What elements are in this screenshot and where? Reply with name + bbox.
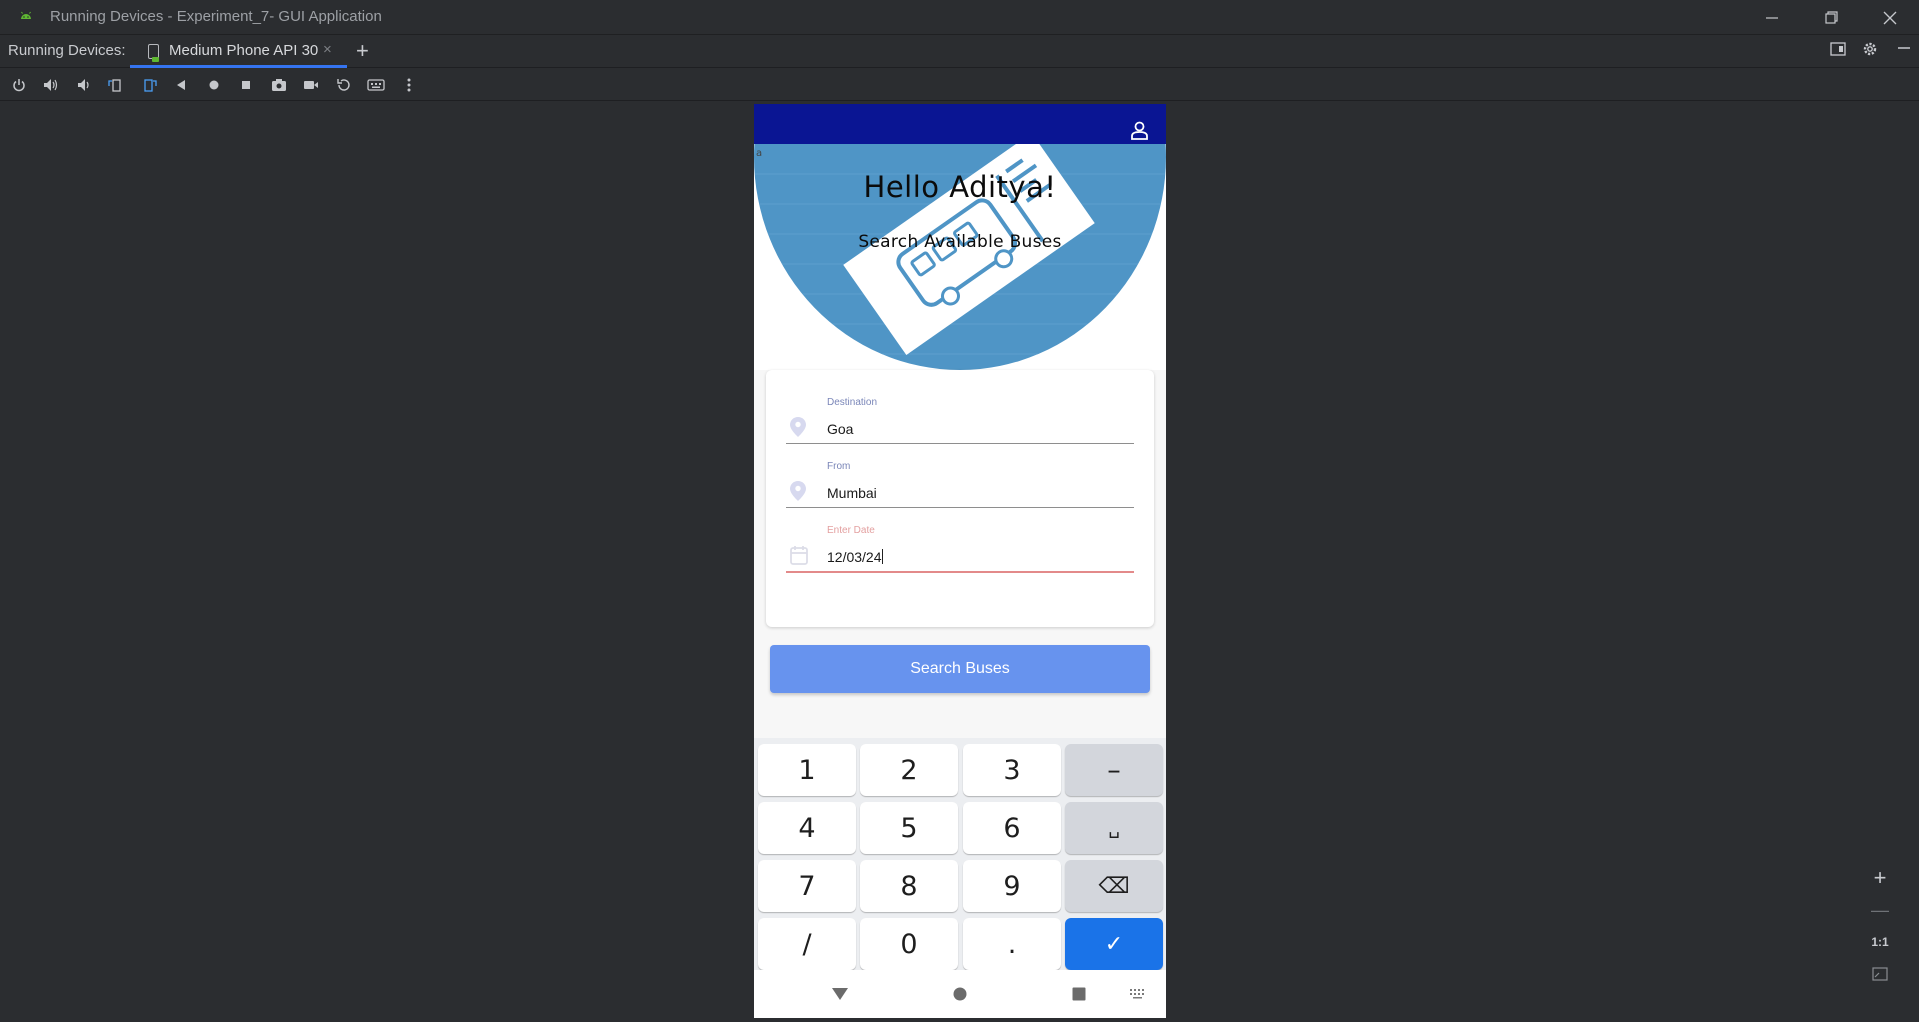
search-buses-button[interactable]: Search Buses bbox=[770, 645, 1150, 693]
key-1[interactable]: 1 bbox=[758, 744, 856, 796]
more-icon[interactable] bbox=[398, 74, 420, 96]
destination-underline bbox=[786, 443, 1134, 444]
tab-label: Medium Phone API 30 bbox=[169, 42, 319, 59]
search-form-card: Destination Goa From Mumbai Enter Date 1… bbox=[766, 370, 1154, 627]
hero-banner: a Hello Aditya! Search Available Buses bbox=[754, 144, 1166, 370]
screen-record-icon[interactable] bbox=[300, 74, 322, 96]
key-8[interactable]: 8 bbox=[860, 860, 958, 912]
date-input-value: 12/03/24 bbox=[827, 549, 882, 565]
nav-home-icon[interactable] bbox=[948, 982, 972, 1006]
from-underline bbox=[786, 507, 1134, 508]
restore-button[interactable] bbox=[1803, 0, 1859, 35]
key-done[interactable]: ✓ bbox=[1065, 918, 1163, 970]
screenshot-icon[interactable] bbox=[268, 74, 290, 96]
layout-toggle-icon[interactable] bbox=[1828, 41, 1848, 61]
close-icon bbox=[1883, 11, 1897, 24]
minimize-button[interactable] bbox=[1744, 0, 1800, 35]
android-nav-bar bbox=[754, 970, 1166, 1018]
key-0[interactable]: 0 bbox=[860, 918, 958, 970]
text-cursor bbox=[881, 549, 883, 564]
numeric-keyboard: 1 2 3 – 4 5 6 ␣ 7 8 9 ⌫ / 0 . ✓ bbox=[754, 738, 1166, 970]
nav-keyboard-switch-icon[interactable] bbox=[1126, 982, 1150, 1006]
date-input[interactable]: 12/03/24 bbox=[827, 549, 883, 565]
key-6[interactable]: 6 bbox=[963, 802, 1061, 854]
zoom-controls: + — 1:1 bbox=[1866, 862, 1894, 990]
date-underline bbox=[786, 571, 1134, 573]
nav-back-icon[interactable] bbox=[828, 982, 852, 1006]
greeting-title: Hello Aditya! bbox=[863, 170, 1057, 204]
device-phone-icon bbox=[148, 44, 159, 62]
home-icon[interactable] bbox=[203, 74, 225, 96]
from-field[interactable]: From Mumbai bbox=[786, 461, 1134, 521]
date-label: Enter Date bbox=[827, 525, 875, 536]
key-slash[interactable]: / bbox=[758, 918, 856, 970]
rotate-left-icon[interactable] bbox=[105, 74, 127, 96]
zoom-actual-size-button[interactable]: 1:1 bbox=[1871, 926, 1888, 958]
date-field[interactable]: Enter Date 12/03/24 bbox=[786, 525, 1134, 585]
profile-icon[interactable] bbox=[1131, 121, 1148, 140]
hide-panel-icon[interactable] bbox=[1894, 41, 1914, 61]
destination-input[interactable]: Goa bbox=[827, 421, 853, 437]
destination-field[interactable]: Destination Goa bbox=[786, 397, 1134, 457]
rotate-right-icon[interactable] bbox=[138, 74, 160, 96]
from-input[interactable]: Mumbai bbox=[827, 485, 877, 501]
zoom-out-button[interactable]: — bbox=[1871, 894, 1889, 926]
key-4[interactable]: 4 bbox=[758, 802, 856, 854]
fit-screen-icon bbox=[1872, 967, 1888, 981]
tab-close-icon[interactable]: × bbox=[323, 41, 332, 58]
add-device-icon[interactable]: + bbox=[356, 38, 369, 64]
android-icon bbox=[21, 11, 31, 19]
calendar-icon bbox=[790, 546, 808, 565]
key-backspace[interactable]: ⌫ bbox=[1065, 860, 1163, 912]
nav-recents-icon[interactable] bbox=[1067, 982, 1091, 1006]
volume-down-icon[interactable] bbox=[73, 74, 95, 96]
volume-up-icon[interactable] bbox=[40, 74, 62, 96]
app-bar bbox=[754, 104, 1166, 144]
emulator-screen[interactable]: a Hello Aditya! Search Available Buses D… bbox=[754, 104, 1166, 1018]
key-2[interactable]: 2 bbox=[860, 744, 958, 796]
debug-label: a bbox=[756, 148, 763, 159]
minimize-icon bbox=[1766, 16, 1778, 19]
running-devices-label: Running Devices: bbox=[8, 42, 126, 59]
tab-medium-phone[interactable]: Medium Phone API 30 × bbox=[130, 35, 347, 68]
location-pin-icon bbox=[790, 417, 806, 437]
reset-icon[interactable] bbox=[333, 74, 355, 96]
destination-label: Destination bbox=[827, 397, 878, 408]
zoom-in-button[interactable]: + bbox=[1874, 862, 1887, 894]
from-label: From bbox=[827, 461, 851, 472]
device-toolbar bbox=[0, 69, 1919, 101]
key-9[interactable]: 9 bbox=[963, 860, 1061, 912]
running-devices-tabbar: Running Devices: Medium Phone API 30 × + bbox=[0, 35, 1919, 68]
location-pin-icon bbox=[790, 481, 806, 501]
power-icon[interactable] bbox=[8, 74, 30, 96]
zoom-fit-button[interactable] bbox=[1872, 958, 1888, 990]
key-7[interactable]: 7 bbox=[758, 860, 856, 912]
search-subtitle: Search Available Buses bbox=[858, 232, 1062, 252]
key-3[interactable]: 3 bbox=[963, 744, 1061, 796]
window-title: Running Devices - Experiment_7- GUI Appl… bbox=[50, 8, 382, 25]
key-minus[interactable]: – bbox=[1065, 744, 1163, 796]
close-window-button[interactable] bbox=[1862, 0, 1918, 35]
key-period[interactable]: . bbox=[963, 918, 1061, 970]
back-icon[interactable] bbox=[170, 74, 192, 96]
window-titlebar: Running Devices - Experiment_7- GUI Appl… bbox=[0, 0, 1919, 35]
key-space[interactable]: ␣ bbox=[1065, 802, 1163, 854]
restore-icon bbox=[1824, 11, 1838, 24]
key-5[interactable]: 5 bbox=[860, 802, 958, 854]
keyboard-icon[interactable] bbox=[365, 74, 387, 96]
overview-icon[interactable] bbox=[235, 74, 257, 96]
gear-icon[interactable] bbox=[1860, 41, 1880, 61]
